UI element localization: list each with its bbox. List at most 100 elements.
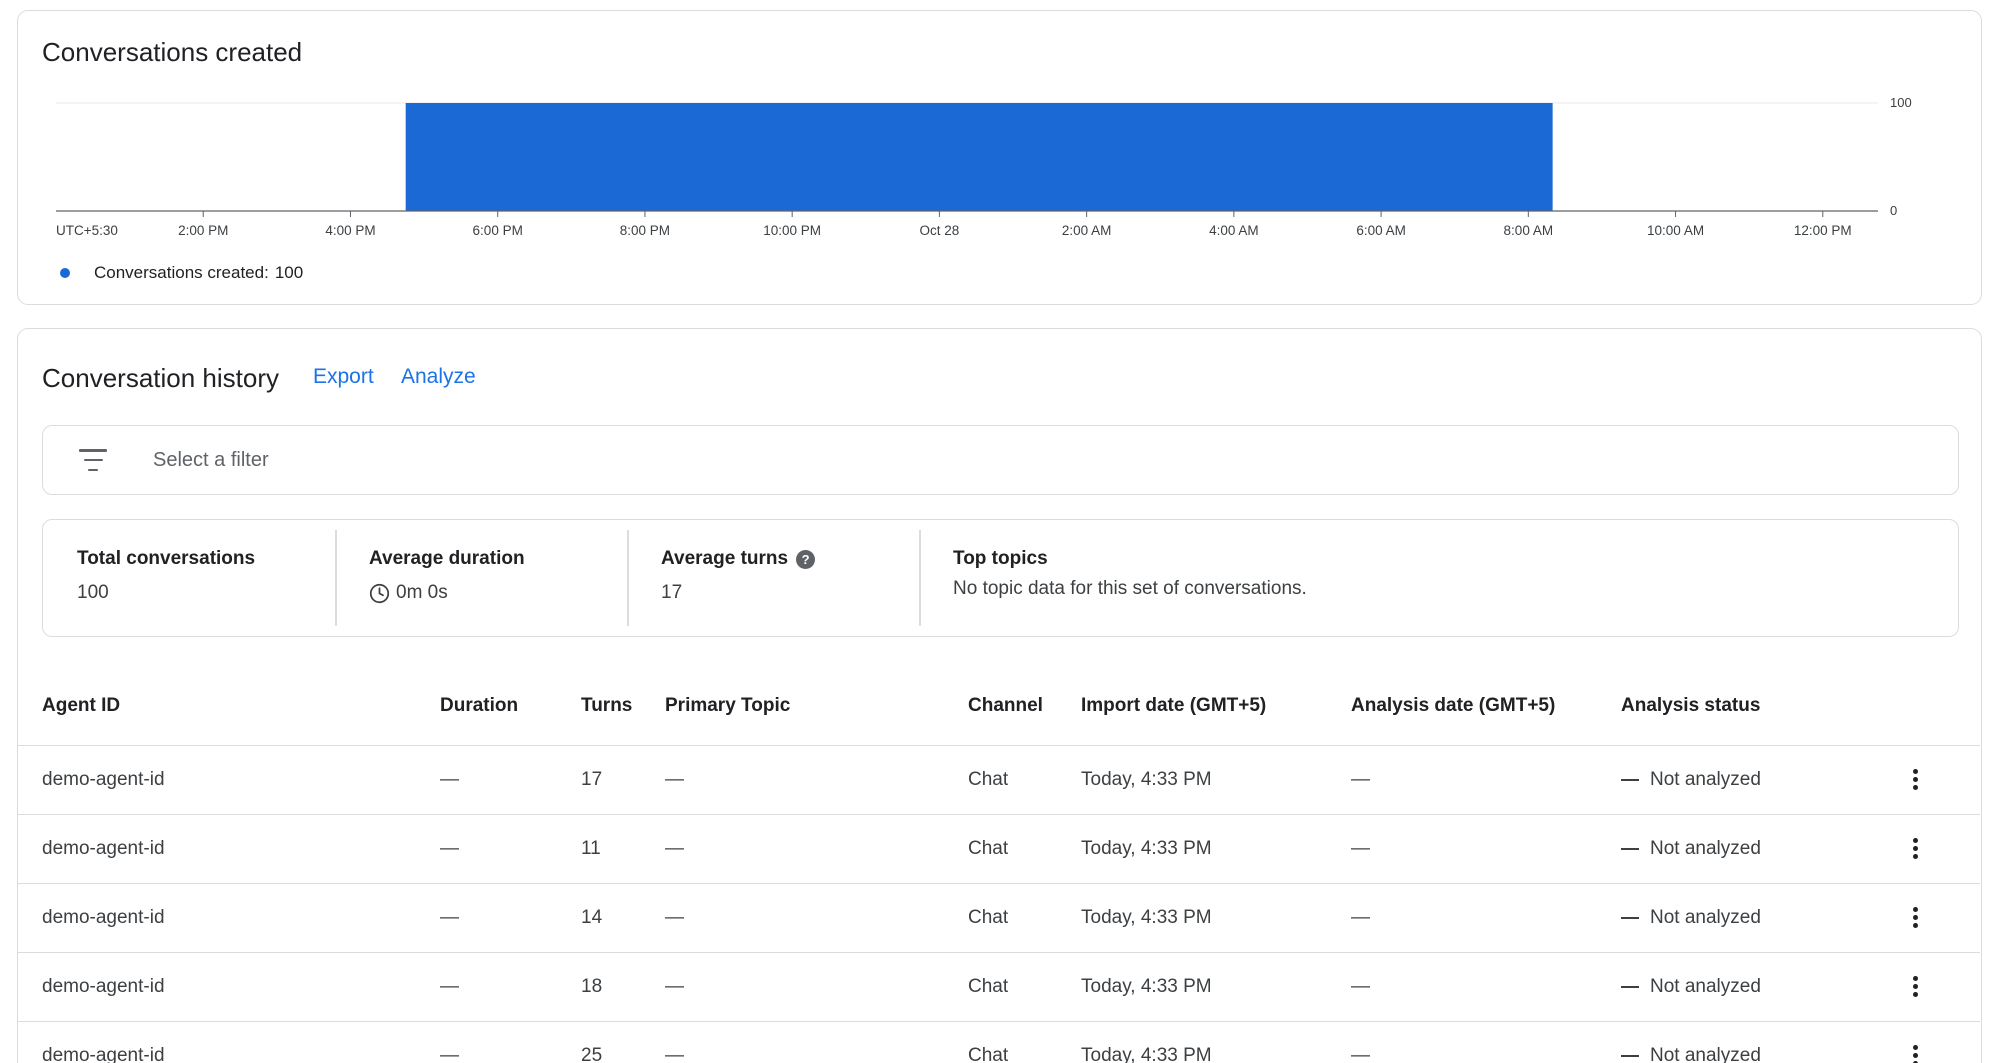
status-indicator: Not analyzed — [1621, 1045, 1901, 1063]
cell-turns: 14 — [581, 883, 665, 953]
y-tick-label: 100 — [1890, 95, 1912, 110]
column-header-primary-topic[interactable]: Primary Topic — [665, 668, 968, 746]
y-tick-label: 0 — [1890, 203, 1897, 218]
dash-icon — [1621, 1054, 1639, 1057]
table-header-row: Agent ID Duration Turns Primary Topic Ch… — [18, 668, 1980, 746]
stat-top-topics: Top topics No topic data for this set of… — [919, 520, 1958, 636]
cell-agent-id: demo-agent-id — [18, 745, 440, 815]
cell-actions — [1901, 1021, 1980, 1063]
cell-agent-id: demo-agent-id — [18, 1021, 440, 1063]
cell-turns: 11 — [581, 814, 665, 884]
cell-primary-topic: — — [665, 883, 968, 953]
stat-label-row: Average turns ? — [661, 548, 919, 570]
x-tick-label: 10:00 AM — [1647, 223, 1704, 238]
x-tick-label: 4:00 PM — [325, 223, 375, 238]
cell-agent-id: demo-agent-id — [18, 952, 440, 1022]
more-options-icon[interactable] — [1901, 835, 1929, 863]
stat-label: Average duration — [369, 548, 525, 569]
column-header-agent-id[interactable]: Agent ID — [18, 668, 440, 746]
table-row[interactable]: demo-agent-id —18— Chat Today, 4:33 PM — Not … — [18, 952, 1980, 1022]
cell-analysis-status: Not analyzed — [1621, 745, 1901, 815]
x-tick-label: 2:00 PM — [178, 223, 228, 238]
stat-average-duration: Average duration 0m 0s — [335, 520, 627, 636]
cell-analysis-date: — — [1351, 952, 1621, 1022]
cell-primary-topic: — — [665, 745, 968, 815]
cell-channel: Chat — [968, 1021, 1081, 1063]
stat-value-row: 0m 0s — [369, 582, 627, 604]
stat-label: Top topics — [953, 548, 1048, 569]
cell-channel: Chat — [968, 745, 1081, 815]
column-header-actions — [1901, 668, 1980, 746]
filter-bar[interactable]: Select a filter — [42, 425, 1959, 495]
legend-dot-icon — [60, 268, 70, 278]
cell-duration: — — [440, 814, 581, 884]
table-row[interactable]: demo-agent-id —25— Chat Today, 4:33 PM — Not … — [18, 1021, 1980, 1063]
column-header-import-date[interactable]: Import date (GMT+5) — [1081, 668, 1351, 746]
more-options-icon[interactable] — [1901, 1042, 1929, 1063]
column-header-analysis-date[interactable]: Analysis date (GMT+5) — [1351, 668, 1621, 746]
x-tick-label: 6:00 PM — [473, 223, 523, 238]
column-header-analysis-status[interactable]: Analysis status — [1621, 668, 1901, 746]
column-header-turns[interactable]: Turns — [581, 668, 665, 746]
x-tick-label: 8:00 AM — [1504, 223, 1554, 238]
more-options-icon[interactable] — [1901, 766, 1929, 794]
cell-import-date: Today, 4:33 PM — [1081, 745, 1351, 815]
cell-actions — [1901, 952, 1980, 1022]
cell-import-date: Today, 4:33 PM — [1081, 1021, 1351, 1063]
cell-channel: Chat — [968, 952, 1081, 1022]
clock-icon — [369, 583, 390, 603]
cell-actions — [1901, 745, 1980, 815]
table-row[interactable]: demo-agent-id —17— Chat Today, 4:33 PM — Not … — [18, 745, 1980, 815]
help-icon[interactable]: ? — [796, 549, 816, 569]
dash-icon — [1621, 916, 1639, 919]
stat-value: No topic data for this set of conversati… — [953, 578, 1307, 599]
cell-analysis-date: — — [1351, 745, 1621, 815]
analyze-link[interactable]: Analyze — [401, 365, 476, 389]
stat-value: 100 — [77, 582, 109, 603]
dash-icon — [1621, 847, 1639, 850]
history-title: Conversation history — [42, 363, 279, 393]
stat-average-turns: Average turns ? 17 — [627, 520, 919, 636]
filter-input[interactable]: Select a filter — [153, 449, 269, 472]
more-options-icon[interactable] — [1901, 904, 1929, 932]
cell-analysis-status: Not analyzed — [1621, 952, 1901, 1022]
summary-stats: Total conversations 100 Average duration… — [42, 519, 1959, 637]
table-row[interactable]: demo-agent-id —11— Chat Today, 4:33 PM — Not … — [18, 814, 1980, 884]
status-text: Not analyzed — [1650, 837, 1761, 859]
status-text: Not analyzed — [1650, 906, 1761, 928]
cell-turns: 25 — [581, 1021, 665, 1063]
cell-import-date: Today, 4:33 PM — [1081, 883, 1351, 953]
cell-analysis-status: Not analyzed — [1621, 883, 1901, 953]
cell-channel: Chat — [968, 883, 1081, 953]
export-link[interactable]: Export — [313, 365, 374, 389]
stat-total-conversations: Total conversations 100 — [43, 520, 335, 636]
status-indicator: Not analyzed — [1621, 769, 1901, 791]
column-header-duration[interactable]: Duration — [440, 668, 581, 746]
more-options-icon[interactable] — [1901, 973, 1929, 1001]
cell-analysis-date: — — [1351, 1021, 1621, 1063]
cell-channel: Chat — [968, 814, 1081, 884]
cell-analysis-status: Not analyzed — [1621, 814, 1901, 884]
conversation-table: Agent ID Duration Turns Primary Topic Ch… — [18, 668, 1980, 1063]
status-indicator: Not analyzed — [1621, 907, 1901, 929]
stat-label: Average turns — [661, 548, 789, 569]
cell-agent-id: demo-agent-id — [18, 814, 440, 884]
cell-turns: 18 — [581, 952, 665, 1022]
cell-duration: — — [440, 883, 581, 953]
chart-legend: Conversations created: 100 — [60, 263, 303, 283]
x-tick-label: 6:00 AM — [1356, 223, 1406, 238]
legend-label: Conversations created: — [94, 263, 269, 282]
cell-analysis-date: — — [1351, 883, 1621, 953]
cell-analysis-status: Not analyzed — [1621, 1021, 1901, 1063]
x-tick-label: Oct 28 — [920, 223, 960, 238]
status-indicator: Not analyzed — [1621, 838, 1901, 860]
x-tick-label: 10:00 PM — [763, 223, 821, 238]
stat-label: Total conversations — [77, 548, 256, 569]
cell-primary-topic: — — [665, 952, 968, 1022]
column-header-channel[interactable]: Channel — [968, 668, 1081, 746]
cell-duration: — — [440, 952, 581, 1022]
x-tick-label: 2:00 AM — [1062, 223, 1112, 238]
cell-analysis-date: — — [1351, 814, 1621, 884]
table-row[interactable]: demo-agent-id —14— Chat Today, 4:33 PM — Not … — [18, 883, 1980, 953]
stat-value: 17 — [661, 582, 683, 603]
